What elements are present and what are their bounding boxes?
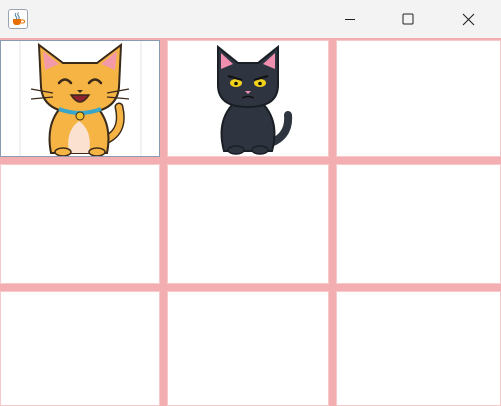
window-title-bar — [0, 0, 501, 39]
board-cell-r1c1[interactable] — [0, 40, 160, 157]
close-icon — [462, 13, 474, 25]
board-cell-r3c2[interactable] — [167, 291, 329, 406]
minimize-icon — [345, 19, 355, 20]
board-cell-r2c3[interactable] — [336, 164, 501, 284]
black-cat-icon — [217, 44, 293, 155]
close-button[interactable] — [440, 0, 496, 38]
board-cell-r1c2[interactable] — [167, 40, 329, 157]
board-cell-r1c3[interactable] — [336, 40, 501, 157]
minimize-button[interactable] — [322, 0, 378, 38]
board-cell-r2c2[interactable] — [167, 164, 329, 284]
orange-cat-icon — [19, 41, 142, 156]
maximize-icon — [402, 13, 414, 25]
game-board — [0, 38, 501, 406]
maximize-button[interactable] — [380, 0, 436, 38]
board-cell-r3c1[interactable] — [0, 291, 160, 406]
board-cell-r2c1[interactable] — [0, 164, 160, 284]
board-cell-r3c3[interactable] — [336, 291, 501, 406]
java-coffee-cup-icon[interactable] — [8, 9, 28, 29]
